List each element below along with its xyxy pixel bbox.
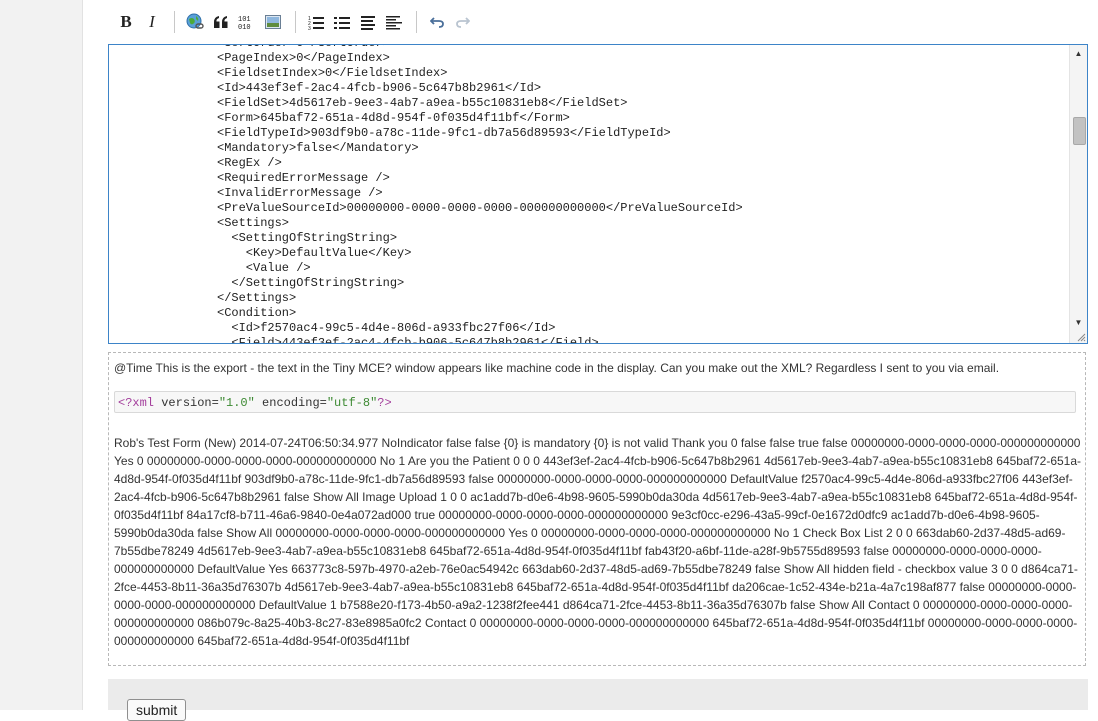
quote-icon xyxy=(214,16,228,28)
xml-code-content: <SortOrder>0</SortOrder> <PageIndex>0</P… xyxy=(217,45,743,344)
xml-decl-attr-encoding: encoding= xyxy=(254,396,327,410)
ordered-list-icon: 1 2 3 xyxy=(308,16,324,30)
italic-button[interactable]: I xyxy=(142,11,162,33)
submit-area: submit xyxy=(108,679,1088,721)
toolbar-separator xyxy=(295,11,296,33)
undo-button[interactable] xyxy=(427,11,447,33)
toolbar-separator xyxy=(174,11,175,33)
horizontal-rule-button[interactable] xyxy=(384,11,404,33)
xml-decl-value-encoding: "utf-8" xyxy=(326,396,378,410)
bold-button[interactable]: B xyxy=(116,11,136,33)
svg-text:010: 010 xyxy=(238,24,251,30)
image-icon xyxy=(265,15,281,29)
svg-text:101: 101 xyxy=(238,16,251,24)
unordered-list-button[interactable] xyxy=(332,11,352,33)
binary-code-icon: 101 010 xyxy=(238,16,251,30)
left-gutter xyxy=(0,0,83,710)
toolbar-separator xyxy=(416,11,417,33)
xml-decl-attr-version: version= xyxy=(154,396,219,410)
heading-button[interactable] xyxy=(358,11,378,33)
link-globe-icon xyxy=(186,13,204,29)
scroll-up-arrow-icon[interactable]: ▲ xyxy=(1070,45,1087,62)
redo-button[interactable] xyxy=(453,11,473,33)
code-sample-button[interactable]: 101 010 xyxy=(237,11,257,33)
submit-button[interactable]: submit xyxy=(127,699,187,721)
xml-declaration-code: <?xml version="1.0" encoding="utf-8"?> xyxy=(114,391,1076,413)
preview-intro-text: @Time This is the export - the text in t… xyxy=(114,361,1000,375)
redo-icon xyxy=(456,17,470,28)
svg-text:3: 3 xyxy=(308,26,311,30)
editor-toolbar: B I 101 010 1 2 3 xyxy=(108,0,1088,44)
xml-decl-close: ?> xyxy=(377,396,392,410)
horizontal-rule-icon xyxy=(386,15,402,29)
editor-scrollbar[interactable]: ▲ ▼ xyxy=(1069,45,1087,343)
scroll-down-arrow-icon[interactable]: ▼ xyxy=(1070,314,1087,331)
blockquote-button[interactable] xyxy=(211,11,231,33)
ordered-list-button[interactable]: 1 2 3 xyxy=(306,11,326,33)
unordered-list-icon xyxy=(334,16,350,29)
resize-grip-icon[interactable] xyxy=(1076,332,1086,342)
image-button[interactable] xyxy=(263,11,283,33)
xml-decl-value-version: "1.0" xyxy=(218,396,255,410)
comment-preview: @Time This is the export - the text in t… xyxy=(108,352,1086,666)
align-lines-icon xyxy=(361,15,375,30)
scrollbar-thumb[interactable] xyxy=(1073,117,1086,145)
xml-decl-open: <?xml xyxy=(118,396,155,410)
link-button[interactable] xyxy=(185,11,205,33)
undo-icon xyxy=(430,17,444,28)
preview-body-text: Rob's Test Form (New) 2014-07-24T06:50:3… xyxy=(114,436,1082,648)
xml-editor-textarea[interactable]: <SortOrder>0</SortOrder> <PageIndex>0</P… xyxy=(108,44,1088,344)
